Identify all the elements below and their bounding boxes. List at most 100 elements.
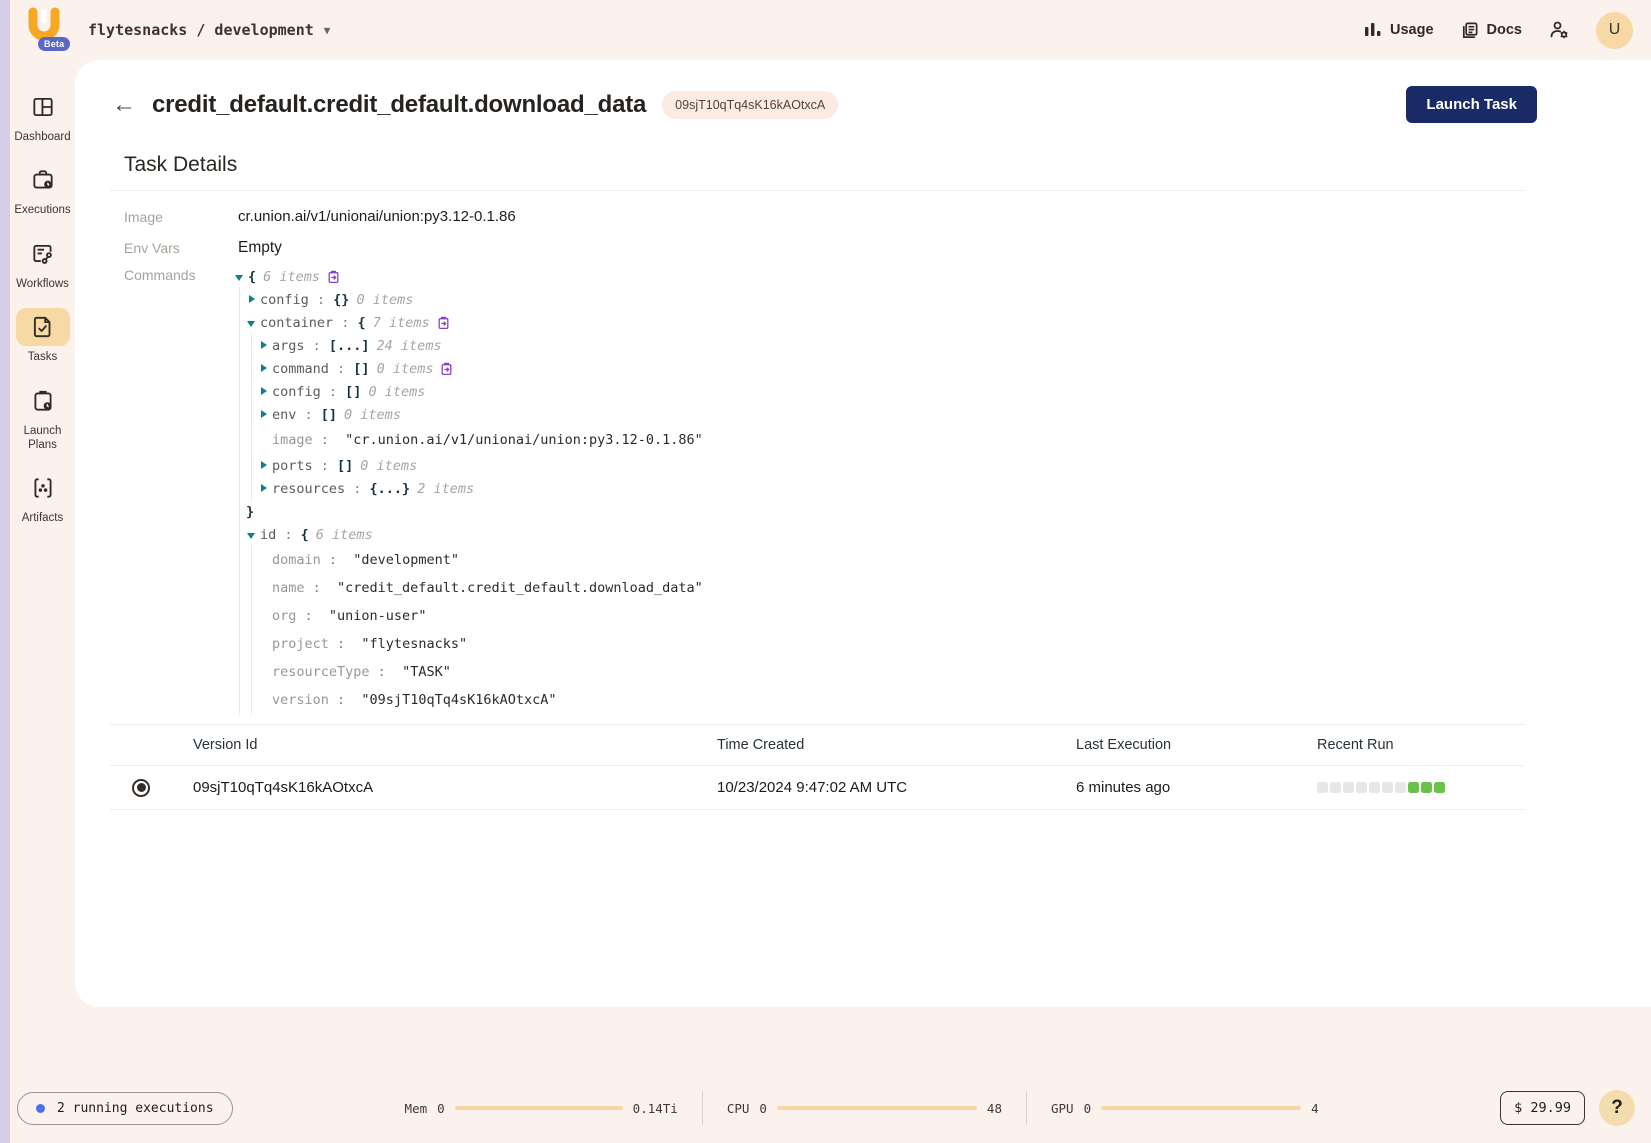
breadcrumb[interactable]: flytesnacks / development ▼	[88, 21, 330, 39]
gpu-gauge-track	[1101, 1106, 1301, 1110]
mem-gauge: Mem 0 0.14Ti	[405, 1101, 678, 1116]
collapse-caret-icon[interactable]	[246, 318, 260, 328]
run-square-success[interactable]	[1434, 782, 1445, 793]
json-tree-row: name : "credit_default.credit_default.do…	[234, 574, 703, 602]
caret-spacer	[258, 695, 272, 705]
indent-guide	[234, 500, 246, 523]
sidebar-item-workflows[interactable]: Workflows	[12, 235, 74, 291]
json-key: ports	[272, 458, 313, 474]
run-square-empty[interactable]	[1330, 782, 1341, 793]
top-actions: Usage Docs U	[1364, 12, 1633, 49]
cpu-gauge-end: 48	[987, 1101, 1002, 1116]
indent-guide	[234, 714, 246, 715]
sidebar-item-executions[interactable]: Executions	[12, 161, 74, 217]
json-tree-row: resourceType : "TASK"	[234, 658, 703, 686]
indent-guide	[246, 602, 258, 630]
env-vars-label: Env Vars	[124, 240, 238, 256]
usage-chart-icon	[1364, 21, 1382, 39]
expand-caret-icon[interactable]	[258, 484, 272, 494]
indent-guide	[234, 426, 246, 454]
json-key: image	[272, 432, 313, 448]
indent-guide	[234, 454, 246, 477]
question-mark-icon: ?	[1611, 1097, 1623, 1119]
version-radio-selected[interactable]	[132, 779, 150, 797]
sidebar-item-tasks[interactable]: Tasks	[12, 308, 74, 364]
copy-icon[interactable]	[440, 362, 453, 376]
topbar: Beta flytesnacks / development ▼ Usage D…	[10, 0, 1651, 60]
union-logo[interactable]: Beta	[24, 7, 68, 53]
expand-caret-icon[interactable]	[246, 295, 260, 305]
version-badge: 09sjT10qTq4sK16kAOtxcA	[662, 91, 838, 119]
sidebar-item-label: Artifacts	[22, 511, 64, 525]
run-square-empty[interactable]	[1395, 782, 1406, 793]
dashboard-icon	[30, 94, 56, 120]
json-key: config	[260, 292, 309, 308]
sidebar-item-dashboard[interactable]: Dashboard	[12, 88, 74, 144]
json-tree-row: domain : "development"	[234, 546, 703, 574]
copy-icon[interactable]	[437, 316, 450, 330]
column-header-recent-run: Recent Run	[1317, 737, 1524, 753]
expand-caret-icon[interactable]	[258, 364, 272, 374]
json-item-count: 2 items	[417, 481, 474, 497]
run-square-success[interactable]	[1408, 782, 1419, 793]
json-punctuation: {	[248, 269, 256, 285]
sidebar-item-label: Workflows	[16, 277, 69, 291]
json-tree-row: container : {7 items	[234, 311, 703, 334]
cpu-gauge-track	[777, 1106, 977, 1110]
indent-guide	[246, 686, 258, 714]
avatar[interactable]: U	[1596, 12, 1633, 49]
expand-caret-icon[interactable]	[258, 387, 272, 397]
user-settings-button[interactable]	[1548, 19, 1570, 41]
json-item-count: 6 items	[316, 527, 373, 543]
run-square-empty[interactable]	[1369, 782, 1380, 793]
expand-caret-icon[interactable]	[258, 410, 272, 420]
expand-caret-icon[interactable]	[258, 461, 272, 471]
json-tree-row: }	[234, 714, 703, 715]
expand-caret-icon[interactable]	[258, 341, 272, 351]
collapse-caret-icon[interactable]	[246, 530, 260, 540]
copy-icon[interactable]	[327, 270, 340, 284]
running-executions-button[interactable]: 2 running executions	[17, 1092, 233, 1125]
table-row[interactable]: 09sjT10qTq4sK16kAOtxcA 10/23/2024 9:47:0…	[110, 766, 1524, 809]
indent-guide	[246, 454, 258, 477]
run-square-empty[interactable]	[1356, 782, 1367, 793]
column-header-time-created: Time Created	[717, 737, 1076, 753]
gpu-gauge-end: 4	[1311, 1101, 1319, 1116]
run-square-empty[interactable]	[1317, 782, 1328, 793]
user-gear-icon	[1548, 19, 1570, 41]
json-key: domain	[272, 552, 321, 568]
cost-button[interactable]: $ 29.99	[1500, 1091, 1585, 1125]
sidebar-item-artifacts[interactable]: Artifacts	[12, 469, 74, 525]
json-colon: :	[305, 580, 329, 596]
indent-guide	[234, 311, 246, 334]
json-colon: :	[313, 432, 337, 448]
mem-gauge-label: Mem	[405, 1101, 428, 1116]
indent-guide	[246, 380, 258, 403]
back-button[interactable]: ←	[112, 93, 136, 117]
docs-link[interactable]: Docs	[1460, 21, 1522, 40]
sidebar-item-launch-plans[interactable]: Launch Plans	[12, 382, 74, 453]
indent-guide	[246, 477, 258, 500]
caret-spacer	[258, 583, 272, 593]
run-square-empty[interactable]	[1343, 782, 1354, 793]
usage-link[interactable]: Usage	[1364, 21, 1434, 39]
json-punctuation: []	[345, 384, 361, 400]
indent-guide	[246, 630, 258, 658]
json-tree-row: org : "union-user"	[234, 602, 703, 630]
json-punctuation: {}	[333, 292, 349, 308]
json-tree-row: resources : {...}2 items	[234, 477, 703, 500]
json-value: "union-user"	[321, 608, 427, 624]
json-punctuation: {	[301, 527, 309, 543]
help-button[interactable]: ?	[1599, 1090, 1635, 1126]
commands-json-viewer: {6 items config : {} 0 items container : {7…	[234, 263, 703, 715]
row-time-created: 10/23/2024 9:47:02 AM UTC	[717, 779, 1076, 796]
run-square-empty[interactable]	[1382, 782, 1393, 793]
collapse-caret-icon[interactable]	[234, 272, 248, 282]
page-header: ← credit_default.credit_default.download…	[75, 60, 1651, 123]
json-punctuation: {	[358, 315, 366, 331]
json-item-count: 0 items	[356, 292, 413, 308]
divider	[110, 809, 1524, 810]
breadcrumb-label: flytesnacks / development	[88, 21, 314, 39]
launch-task-button[interactable]: Launch Task	[1406, 86, 1537, 123]
run-square-success[interactable]	[1421, 782, 1432, 793]
